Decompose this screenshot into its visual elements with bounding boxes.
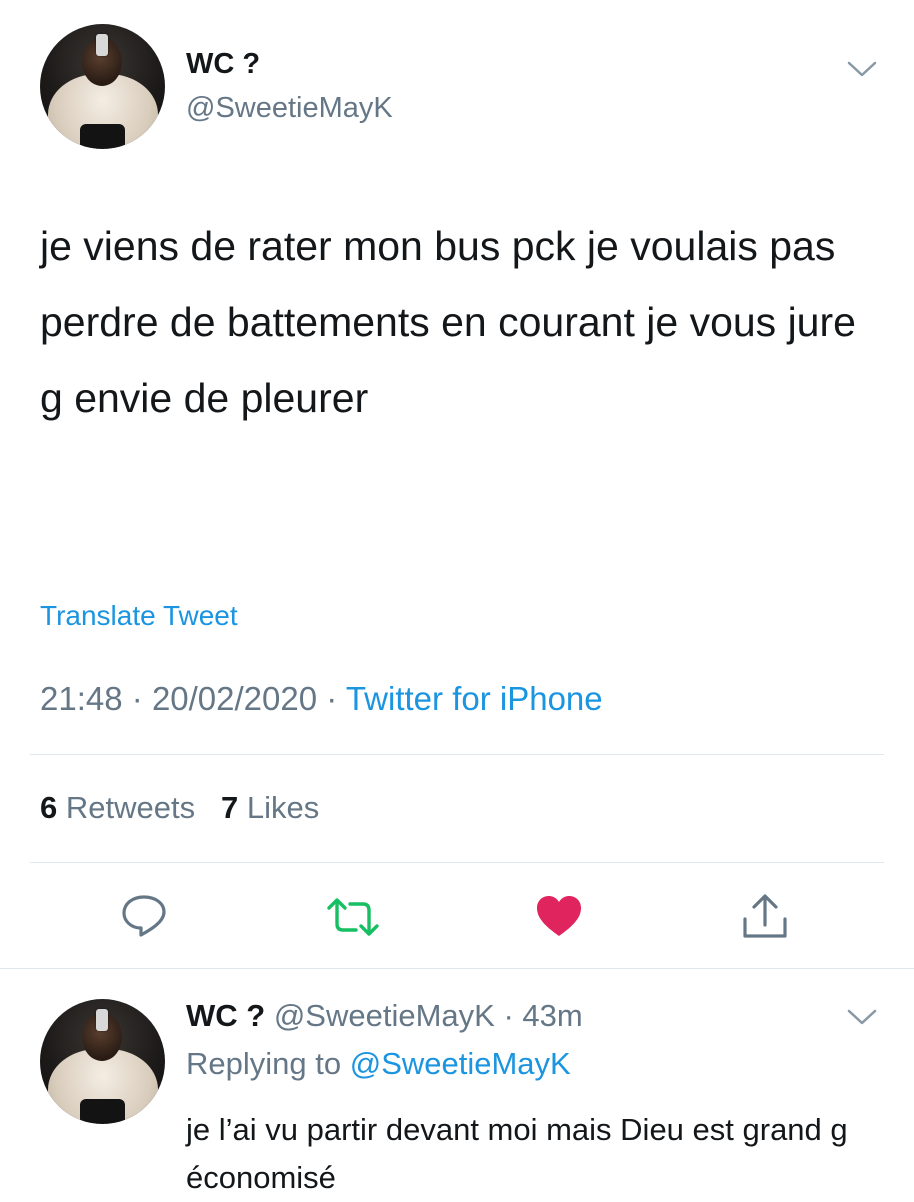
replying-to: Replying to @SweetieMayK — [186, 1046, 571, 1082]
tweet-meta: 21:48 · 20/02/2020 · Twitter for iPhone — [40, 680, 603, 718]
tweet-source-link[interactable]: Twitter for iPhone — [346, 680, 603, 717]
avatar[interactable] — [40, 999, 165, 1124]
heart-icon[interactable] — [535, 894, 583, 938]
reply-icon[interactable] — [120, 893, 168, 939]
reply-age: 43m — [522, 998, 583, 1033]
tweet-time: 21:48 — [40, 680, 123, 717]
reply-header: WC ? @SweetieMayK · 43m — [186, 998, 583, 1034]
chevron-down-icon[interactable] — [846, 1006, 878, 1028]
display-name[interactable]: WC ? — [186, 998, 265, 1033]
avatar[interactable] — [40, 24, 165, 149]
retweet-label: Retweets — [65, 790, 196, 825]
divider — [30, 862, 884, 863]
meta-separator: · — [131, 680, 152, 717]
meta-separator: · — [503, 998, 514, 1033]
retweet-icon[interactable] — [326, 896, 380, 938]
user-handle[interactable]: @SweetieMayK — [274, 998, 495, 1033]
divider — [30, 754, 884, 755]
display-name[interactable]: WC ? — [186, 48, 260, 81]
tweet-text: je viens de rater mon bus pck je voulais… — [40, 223, 856, 421]
meta-separator: · — [326, 680, 346, 717]
retweet-count: 6 — [40, 790, 58, 825]
translate-tweet-link[interactable]: Translate Tweet — [40, 600, 238, 632]
tweet-stats: 6 Retweets 7 Likes — [40, 790, 319, 826]
retweets-stat[interactable]: 6 Retweets — [40, 790, 195, 825]
replying-mention-link[interactable]: @SweetieMayK — [350, 1046, 571, 1081]
reply-text: je l’ai vu partir devant moi mais Dieu e… — [186, 1112, 848, 1195]
share-icon[interactable] — [740, 893, 790, 941]
like-count: 7 — [220, 790, 239, 825]
likes-stat[interactable]: 7 Likes — [221, 790, 319, 825]
user-handle[interactable]: @SweetieMayK — [186, 92, 393, 125]
replying-prefix: Replying to — [186, 1046, 342, 1081]
tweet-date: 20/02/2020 — [151, 680, 318, 717]
like-label: Likes — [246, 790, 320, 825]
chevron-down-icon[interactable] — [846, 58, 878, 80]
divider — [0, 968, 914, 969]
